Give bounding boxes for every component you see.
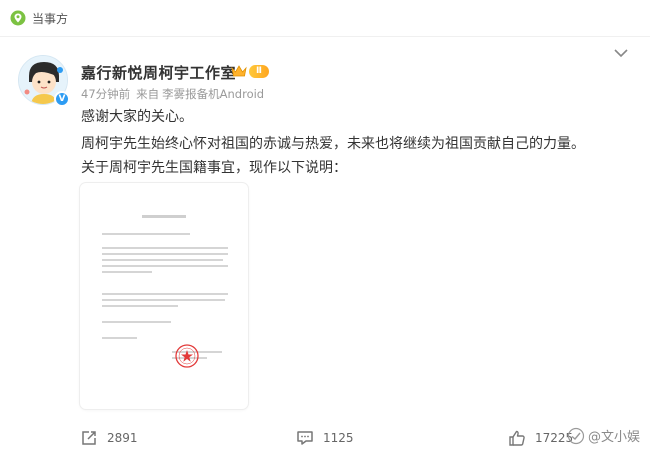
post-text-line: 周柯宇先生始终心怀对祖国的赤诚与热爱，未来也将继续为祖国贡献自己的力量。 [81,136,585,152]
watermark-icon [567,427,585,444]
post-meta: 47分钟前 来自 李雾报备机Android [81,86,270,102]
repost-button[interactable]: 2891 [80,429,138,447]
author-avatar[interactable]: V [18,55,70,107]
post-time: 47分钟前 [81,87,131,101]
document-image[interactable] [80,183,248,409]
divider [0,36,650,37]
top-bar: 当事方 [0,0,650,36]
top-bar-label: 当事方 [32,11,69,26]
location-icon [10,10,26,26]
repost-count: 2891 [107,431,138,445]
comment-count: 1125 [323,431,354,445]
vip-level: Ⅱ [249,64,269,78]
crown-icon [231,65,247,77]
like-icon [509,430,525,446]
repost-icon [82,431,96,445]
post-source[interactable]: 李雾报备机Android [162,87,264,101]
doc-paragraph [102,233,228,239]
doc-paragraph [102,247,228,277]
doc-paragraph [102,321,228,327]
comment-icon [297,431,313,445]
seal-icon [175,344,199,368]
author-name[interactable]: 嘉行新悦周柯宇工作室 [81,62,236,83]
watermark: @文小娱 [567,426,640,445]
post-text-line: 关于周柯宇先生国籍事宜，现作以下说明： [81,160,347,176]
doc-paragraph [102,293,228,311]
comment-button[interactable]: 1125 [296,429,354,447]
post-text-line: 感谢大家的关心。 [81,109,193,125]
doc-heading-bar [142,215,186,218]
watermark-text: @文小娱 [587,430,640,445]
vip-badge[interactable]: Ⅱ [231,63,271,79]
source-prefix: 来自 [136,87,160,101]
action-bar: 2891 1125 17225 [0,423,650,459]
like-button[interactable]: 17225 [508,429,573,447]
chevron-down-icon[interactable] [614,48,628,58]
doc-paragraph [102,337,228,343]
verified-badge: V [54,91,70,107]
